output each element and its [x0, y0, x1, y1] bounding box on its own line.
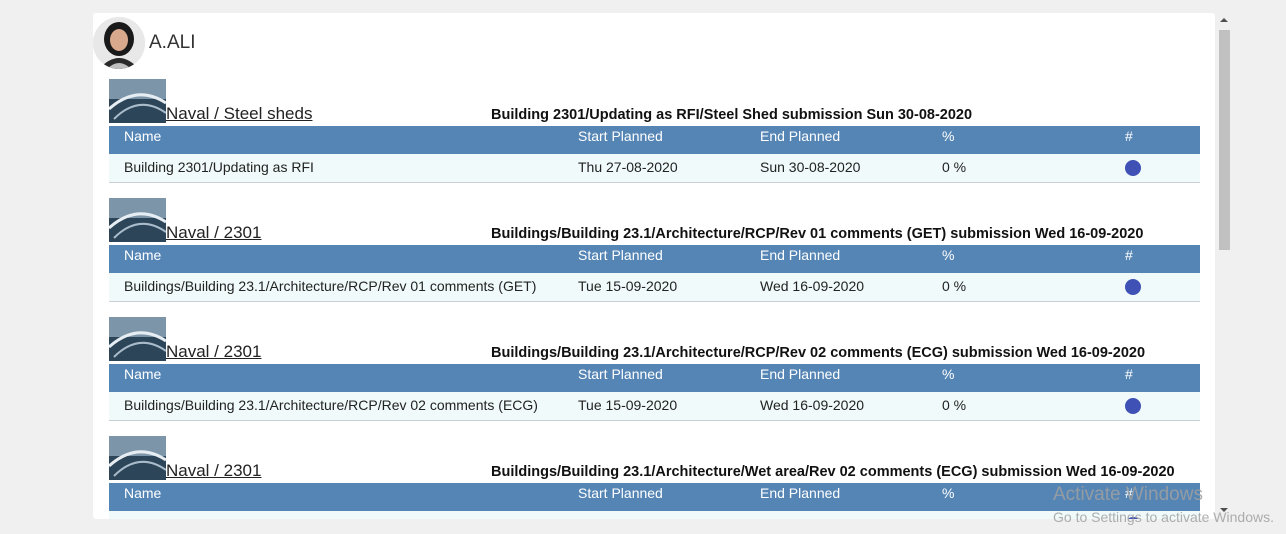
project-thumbnail — [109, 198, 166, 242]
col-percent: % — [942, 366, 955, 382]
col-name: Name — [124, 247, 162, 263]
col-hash: # — [1125, 366, 1133, 382]
project-link[interactable]: Naval / 2301 — [166, 342, 261, 362]
task-section: Naval / 2301 Buildings/Building 23.1/Arc… — [109, 317, 1200, 421]
table-header: Name Start Planned End Planned % # — [109, 364, 1200, 392]
table-row[interactable]: Building 2301/Updating as RFI Thu 27-08-… — [109, 154, 1200, 183]
table-header: Name Start Planned End Planned % # — [109, 245, 1200, 273]
status-dot-icon[interactable] — [1125, 160, 1141, 176]
col-start: Start Planned — [578, 247, 663, 263]
col-name: Name — [124, 128, 162, 144]
user-name: A.ALI — [149, 32, 196, 53]
project-link[interactable]: Naval / Steel sheds — [166, 104, 312, 124]
table-row[interactable]: Buildings/Building 23.1/Architecture/RCP… — [109, 392, 1200, 421]
section-title: Buildings/Building 23.1/Architecture/RCP… — [491, 345, 1146, 361]
start-date: Thu 27-08-2020 — [578, 159, 678, 175]
col-percent: % — [942, 485, 955, 501]
task-section: Naval / Steel sheds Building 2301/Updati… — [109, 79, 1200, 183]
percent-complete: 0 % — [942, 159, 967, 175]
task-name: Building 2301/Updating as RFI — [124, 159, 314, 175]
project-thumbnail — [109, 79, 166, 123]
project-link[interactable]: Naval / 2301 — [166, 461, 261, 481]
col-percent: % — [942, 128, 955, 144]
start-date: Tue 15-09-2020 — [578, 397, 678, 413]
task-section: Naval / 2301 Buildings/Building 23.1/Arc… — [109, 436, 1200, 519]
col-end: End Planned — [760, 247, 841, 263]
section-title: Building 2301/Updating as RFI/Steel Shed… — [491, 107, 973, 123]
percent-complete: 0 % — [942, 278, 967, 294]
start-date: Tue 15-09-2020 — [578, 278, 678, 294]
table-row[interactable] — [109, 511, 1200, 519]
watermark-title: Activate Windows — [1053, 484, 1203, 505]
activation-watermark: Activate Windows Go to Settings to activ… — [1053, 484, 1274, 525]
table-header: Name Start Planned End Planned % # — [109, 483, 1200, 511]
col-hash: # — [1125, 247, 1133, 263]
col-start: Start Planned — [578, 128, 663, 144]
col-percent: % — [942, 247, 955, 263]
table-row[interactable]: Buildings/Building 23.1/Architecture/RCP… — [109, 273, 1200, 302]
col-end: End Planned — [760, 128, 841, 144]
col-start: Start Planned — [578, 366, 663, 382]
scroll-up-icon[interactable] — [1217, 13, 1231, 27]
task-section: Naval / 2301 Buildings/Building 23.1/Arc… — [109, 198, 1200, 302]
col-name: Name — [124, 485, 162, 501]
status-dot-icon[interactable] — [1125, 279, 1141, 295]
status-dot-icon[interactable] — [1125, 398, 1141, 414]
col-hash: # — [1125, 128, 1133, 144]
task-name: Buildings/Building 23.1/Architecture/RCP… — [124, 397, 538, 413]
col-name: Name — [124, 366, 162, 382]
percent-complete: 0 % — [942, 397, 967, 413]
section-title: Buildings/Building 23.1/Architecture/RCP… — [491, 226, 1144, 242]
watermark-subtitle: Go to Settings to activate Windows. — [1053, 509, 1274, 525]
project-thumbnail — [109, 436, 166, 480]
col-start: Start Planned — [578, 485, 663, 501]
project-link[interactable]: Naval / 2301 — [166, 223, 261, 243]
end-date: Wed 16-09-2020 — [760, 278, 865, 294]
col-end: End Planned — [760, 485, 841, 501]
section-title: Buildings/Building 23.1/Architecture/Wet… — [491, 464, 1175, 480]
end-date: Sun 30-08-2020 — [760, 159, 861, 175]
task-card: A.ALI Naval / Steel sheds Building 2301/… — [93, 13, 1215, 519]
table-header: Name Start Planned End Planned % # — [109, 126, 1200, 154]
scrollbar-thumb[interactable] — [1219, 30, 1230, 250]
user-header: A.ALI — [93, 15, 195, 71]
col-end: End Planned — [760, 366, 841, 382]
end-date: Wed 16-09-2020 — [760, 397, 865, 413]
user-avatar[interactable] — [93, 17, 145, 69]
task-name: Buildings/Building 23.1/Architecture/RCP… — [124, 278, 537, 294]
project-thumbnail — [109, 317, 166, 361]
